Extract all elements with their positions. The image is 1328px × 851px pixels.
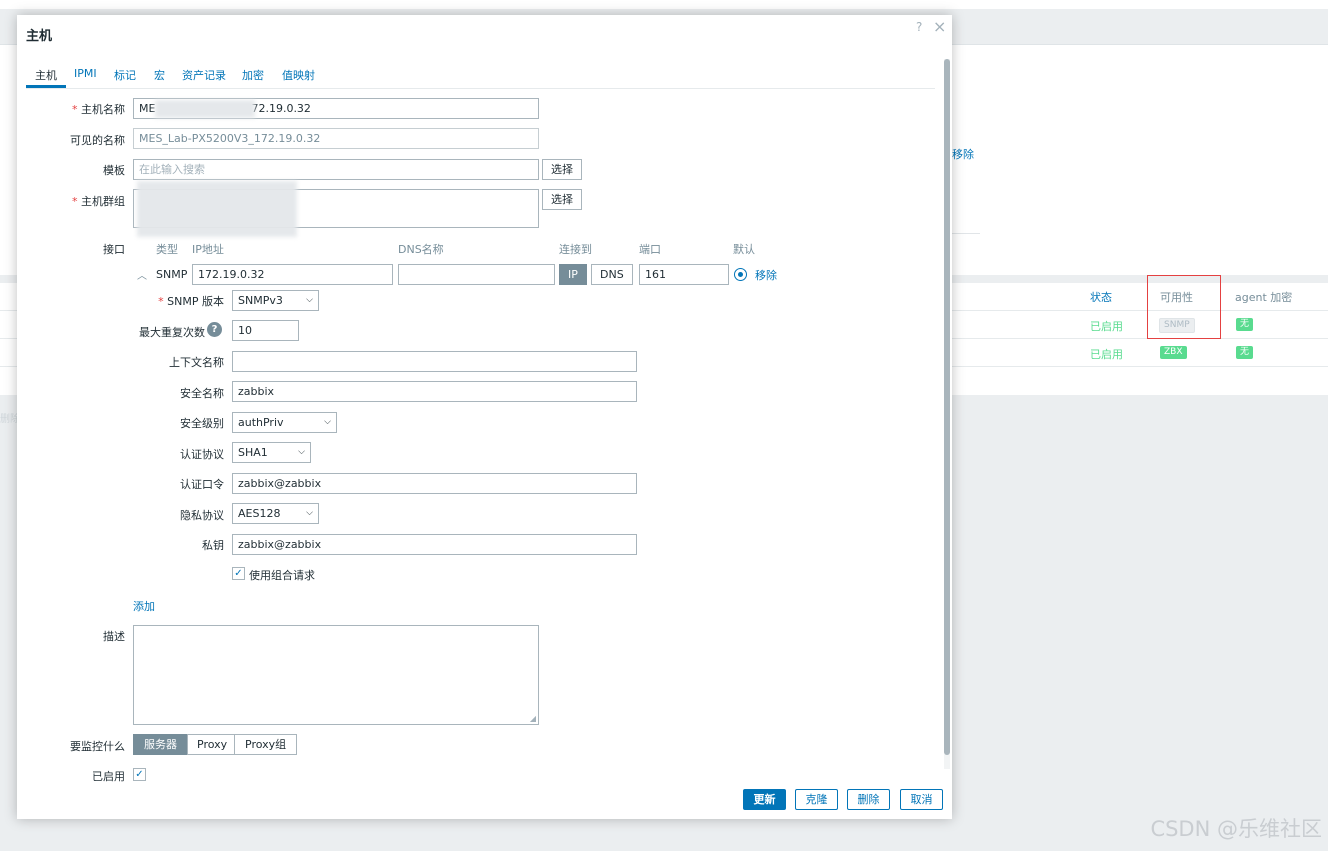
iface-col-dns: DNS名称: [398, 243, 444, 256]
description-textarea[interactable]: ◢: [133, 625, 539, 725]
dialog-scrollbar[interactable]: [944, 59, 950, 769]
tab-encryption[interactable]: 加密: [242, 67, 264, 83]
dialog-title: 主机: [26, 29, 53, 44]
bulk-requests-checkbox[interactable]: ✓: [232, 567, 245, 580]
highlight-annotation-box: [1147, 275, 1221, 339]
monitored-by-label: 要监控什么: [70, 740, 125, 753]
security-name-label: 安全名称: [180, 387, 224, 400]
active-tab-indicator: [26, 85, 66, 88]
privacy-passphrase-label: 私钥: [202, 539, 224, 552]
close-icon[interactable]: ×: [933, 17, 946, 36]
iface-col-default: 默认: [733, 243, 755, 256]
privacy-passphrase-input[interactable]: zabbix@zabbix: [232, 534, 637, 555]
tab-tags[interactable]: 标记: [114, 67, 136, 83]
templates-search-input[interactable]: 在此输入搜索: [133, 159, 539, 180]
snmp-version-select[interactable]: SNMPv3 ⌵: [232, 290, 319, 311]
background-divider: [952, 233, 980, 234]
description-label: 描述: [103, 630, 125, 643]
iface-remove-link[interactable]: 移除: [755, 267, 777, 283]
delete-button[interactable]: 删除: [847, 789, 890, 810]
redacted-region: [155, 100, 255, 118]
scrollbar-thumb[interactable]: [944, 59, 950, 755]
encryption-badge: 无: [1236, 318, 1254, 331]
interfaces-label: 接口: [103, 243, 125, 256]
host-groups-select-button[interactable]: 选择: [542, 189, 582, 210]
host-edit-dialog: 主机 ? × 主机 IPMI 标记 宏 资产记录 加密 值映射 * 主机名称 M…: [17, 15, 952, 819]
auth-protocol-select[interactable]: SHA1 ⌵: [232, 442, 311, 463]
enabled-checkbox[interactable]: ✓: [133, 768, 146, 781]
host-groups-label: * 主机群组: [72, 195, 125, 208]
visible-name-input[interactable]: MES_Lab-PX5200V3_172.19.0.32: [133, 128, 539, 149]
monitored-by-server-button[interactable]: 服务器: [133, 734, 188, 755]
iface-type: SNMP: [156, 268, 188, 281]
visible-name-label: 可见的名称: [70, 134, 125, 147]
host-name-label: * 主机名称: [72, 103, 125, 116]
chevron-down-icon: ⌵: [306, 295, 313, 305]
update-button[interactable]: 更新: [743, 789, 786, 810]
context-name-input[interactable]: [232, 351, 637, 372]
iface-col-port: 端口: [639, 243, 661, 256]
monitored-by-proxy-button[interactable]: Proxy: [187, 734, 238, 755]
dialog-tabs: 主机 IPMI 标记 宏 资产记录 加密 值映射: [26, 65, 935, 89]
security-level-label: 安全级别: [180, 417, 224, 430]
templates-label: 模板: [103, 164, 125, 177]
bulk-requests-label: 使用组合请求: [249, 569, 315, 582]
chevron-up-icon[interactable]: ︿: [137, 267, 147, 282]
tab-macros[interactable]: 宏: [154, 67, 165, 83]
encryption-badge: 无: [1236, 346, 1254, 359]
iface-dns-input[interactable]: [398, 264, 555, 285]
cancel-button[interactable]: 取消: [900, 789, 943, 810]
help-icon[interactable]: ?: [916, 20, 922, 34]
resize-handle-icon[interactable]: ◢: [530, 714, 536, 723]
security-name-input[interactable]: zabbix: [232, 381, 637, 402]
background-remove-link[interactable]: 移除: [952, 146, 974, 162]
iface-col-connect: 连接到: [559, 243, 592, 256]
iface-col-ip: IP地址: [192, 243, 224, 256]
snmp-version-label: * SNMP 版本: [158, 295, 224, 308]
watermark: CSDN @乐维社区: [1150, 817, 1322, 841]
availability-badge-zbx: ZBX: [1160, 346, 1187, 359]
help-question-icon[interactable]: ?: [207, 322, 222, 337]
privacy-protocol-select[interactable]: AES128 ⌵: [232, 503, 319, 524]
column-header-status[interactable]: 状态: [1090, 289, 1112, 305]
connect-to-dns-button[interactable]: DNS: [591, 264, 633, 285]
max-repetitions-input[interactable]: 10: [232, 320, 299, 341]
privacy-protocol-label: 隐私协议: [180, 509, 224, 522]
table-row-status[interactable]: 已启用: [1090, 318, 1123, 334]
monitored-by-proxy-group-button[interactable]: Proxy组: [234, 734, 298, 755]
tab-host[interactable]: 主机: [35, 67, 57, 83]
auth-passphrase-label: 认证口令: [180, 478, 224, 491]
clone-button[interactable]: 克隆: [795, 789, 838, 810]
tab-ipmi[interactable]: IPMI: [74, 67, 97, 80]
redacted-region: [137, 181, 297, 237]
security-level-select[interactable]: authPriv ⌵: [232, 412, 337, 433]
tab-inventory[interactable]: 资产记录: [182, 67, 226, 83]
chevron-down-icon: ⌵: [298, 447, 305, 457]
chevron-down-icon: ⌵: [324, 417, 331, 427]
iface-ip-input[interactable]: 172.19.0.32: [192, 264, 393, 285]
column-header-agent-encryption: agent 加密: [1235, 291, 1293, 304]
enabled-label: 已启用: [92, 770, 125, 783]
table-row-status[interactable]: 已启用: [1090, 346, 1123, 362]
templates-select-button[interactable]: 选择: [542, 159, 582, 180]
background-top-bar: [0, 0, 1328, 9]
auth-protocol-label: 认证协议: [180, 448, 224, 461]
iface-col-type: 类型: [156, 243, 178, 256]
context-name-label: 上下文名称: [169, 356, 224, 369]
iface-port-input[interactable]: 161: [639, 264, 729, 285]
auth-passphrase-input[interactable]: zabbix@zabbix: [232, 473, 637, 494]
tab-value-mapping[interactable]: 值映射: [282, 67, 315, 83]
chevron-down-icon: ⌵: [306, 508, 313, 518]
max-repetitions-label: 最大重复次数: [139, 326, 205, 339]
add-interface-link[interactable]: 添加: [133, 598, 155, 614]
connect-to-ip-button[interactable]: IP: [559, 264, 587, 285]
default-interface-radio[interactable]: [734, 268, 747, 281]
